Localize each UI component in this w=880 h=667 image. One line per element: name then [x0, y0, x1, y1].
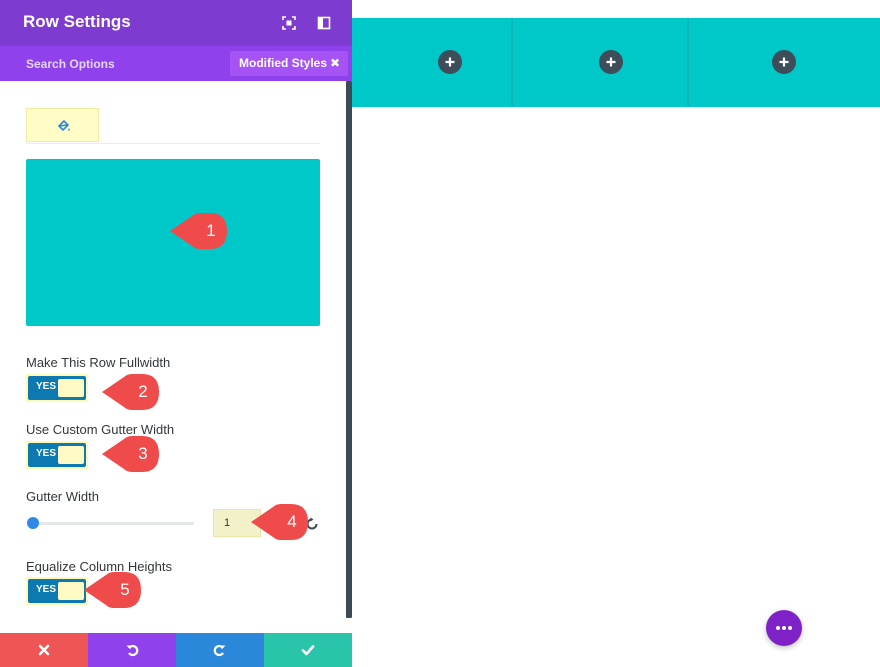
panel-title: Row Settings [23, 12, 131, 31]
builder-screen: Row Settings Modified Styles ✖ [0, 0, 880, 667]
check-icon [301, 645, 315, 656]
fullwidth-label: Make This Row Fullwidth [26, 355, 171, 370]
gutter-width-slider[interactable] [33, 522, 194, 525]
panel-scrollbar[interactable] [346, 81, 352, 618]
toggle-value: YES [36, 448, 57, 459]
toggle-knob [58, 379, 84, 397]
add-module-button[interactable] [772, 50, 796, 74]
plus-icon [606, 57, 616, 67]
more-dots-icon [788, 626, 792, 630]
modified-styles-filter[interactable]: Modified Styles ✖ [230, 51, 348, 76]
toggle-value: YES [36, 584, 57, 595]
canvas-row[interactable] [352, 18, 880, 107]
slider-handle[interactable] [27, 517, 39, 529]
undo-icon [126, 644, 139, 657]
gutter-width-label: Gutter Width [26, 489, 99, 504]
panel-header: Row Settings [0, 0, 352, 46]
page-settings-button[interactable] [766, 610, 802, 646]
callout-1: 1 [170, 211, 230, 251]
tab-row [26, 108, 320, 144]
paint-bucket-icon [57, 119, 70, 132]
add-module-button[interactable] [438, 50, 462, 74]
toggle-knob [58, 446, 84, 464]
more-dots-icon [776, 626, 780, 630]
undo-button[interactable] [88, 633, 176, 667]
modified-styles-label: Modified Styles [239, 56, 328, 70]
toggle-track: YES [28, 376, 86, 400]
fullwidth-toggle[interactable]: YES [26, 374, 88, 402]
more-dots-icon [782, 626, 786, 630]
add-module-button[interactable] [599, 50, 623, 74]
equalize-heights-toggle[interactable]: YES [26, 577, 88, 605]
tab-design[interactable] [26, 108, 99, 142]
redo-icon [213, 644, 226, 657]
discard-button[interactable] [0, 633, 88, 667]
callout-2: 2 [102, 372, 162, 412]
save-button[interactable] [264, 633, 352, 667]
close-icon [38, 644, 50, 656]
sidebar-layout-icon[interactable] [315, 14, 333, 32]
callout-5: 5 [84, 570, 144, 610]
callout-3: 3 [102, 434, 162, 474]
redo-button[interactable] [176, 633, 264, 667]
close-icon[interactable]: ✖ [330, 51, 340, 76]
callout-4: 4 [251, 502, 311, 542]
search-options-input[interactable] [0, 46, 220, 81]
toggle-value: YES [36, 381, 57, 392]
plus-icon [779, 57, 789, 67]
column-divider [687, 18, 689, 107]
plus-icon [445, 57, 455, 67]
toggle-track: YES [28, 579, 86, 603]
expand-icon[interactable] [280, 14, 298, 32]
custom-gutter-toggle[interactable]: YES [26, 441, 88, 469]
column-divider [511, 18, 513, 107]
row-settings-panel: Row Settings Modified Styles ✖ [0, 0, 352, 667]
toggle-knob [58, 582, 84, 600]
toggle-track: YES [28, 443, 86, 467]
